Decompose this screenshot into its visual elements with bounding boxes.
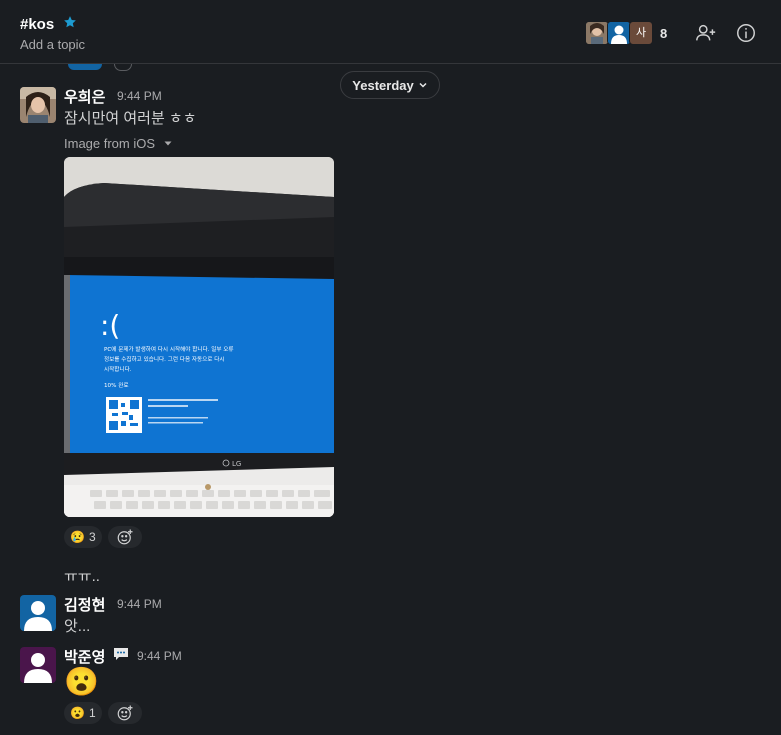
- caret-down-icon: [164, 141, 172, 146]
- add-topic-link[interactable]: Add a topic: [20, 37, 85, 52]
- message-author[interactable]: 우희은: [64, 86, 105, 107]
- laptop-brand: LG: [232, 460, 241, 468]
- member-count[interactable]: 8: [660, 26, 667, 41]
- message-emoji: 😮: [64, 666, 99, 697]
- attachment-image[interactable]: :( PC에 문제가 발생하여 다시 시작해야 합니다. 일부 오류 정보를 수…: [64, 157, 334, 517]
- add-reaction-button[interactable]: [108, 526, 142, 548]
- date-divider-button[interactable]: Yesterday: [340, 71, 440, 99]
- reaction-pill[interactable]: 😮 1: [64, 702, 102, 724]
- channel-header: #kos Add a topic 사 8: [0, 0, 781, 64]
- channel-name[interactable]: #kos: [20, 16, 54, 33]
- member-avatar: [607, 21, 631, 45]
- reaction-pill[interactable]: 😢 3: [64, 526, 102, 548]
- add-user-icon[interactable]: [695, 22, 717, 44]
- message-author[interactable]: 김정현: [64, 594, 105, 615]
- info-icon[interactable]: [735, 22, 757, 44]
- member-avatar: [585, 21, 609, 45]
- bsod-line: 정보를 수집하고 있습니다. 그런 다음 자동으로 다시: [104, 355, 225, 363]
- attachment-label-row[interactable]: Image from iOS: [64, 136, 173, 151]
- avatar[interactable]: [20, 87, 56, 123]
- message-time[interactable]: 9:44 PM: [137, 649, 182, 663]
- add-reaction-button[interactable]: [108, 702, 142, 724]
- bsod-progress: 10% 완료: [104, 381, 129, 389]
- message-time[interactable]: 9:44 PM: [117, 89, 162, 103]
- bsod-line: PC에 문제가 발생하여 다시 시작해야 합니다. 일부 오류: [104, 345, 234, 353]
- chevron-down-icon: [419, 82, 427, 88]
- message-author[interactable]: 박준영: [64, 646, 105, 667]
- member-avatar: 사: [629, 21, 653, 45]
- date-divider-label: Yesterday: [352, 77, 414, 93]
- reaction-count: 1: [88, 706, 96, 720]
- avatar[interactable]: [20, 595, 56, 631]
- bsod-line: 시작합니다.: [104, 365, 132, 373]
- previous-reactions-partial: [64, 64, 132, 71]
- message-time[interactable]: 9:44 PM: [117, 597, 162, 611]
- reaction-emoji: 😢: [70, 530, 85, 544]
- attachment-label: Image from iOS: [64, 136, 156, 151]
- message-text: ㅠㅠ..: [64, 568, 100, 585]
- message-text: 잠시만여 여러분 ㅎㅎ: [64, 110, 197, 127]
- star-icon[interactable]: [63, 15, 77, 29]
- add-reaction-icon: [117, 705, 133, 721]
- reaction-count: 3: [88, 530, 96, 544]
- speech-bubble-icon: [114, 648, 128, 660]
- add-reaction-icon: [117, 529, 133, 545]
- avatar[interactable]: [20, 647, 56, 683]
- reaction-emoji: 😮: [70, 706, 85, 720]
- bsod-sad-face: :(: [100, 309, 120, 342]
- message-text: 앗...: [64, 618, 91, 635]
